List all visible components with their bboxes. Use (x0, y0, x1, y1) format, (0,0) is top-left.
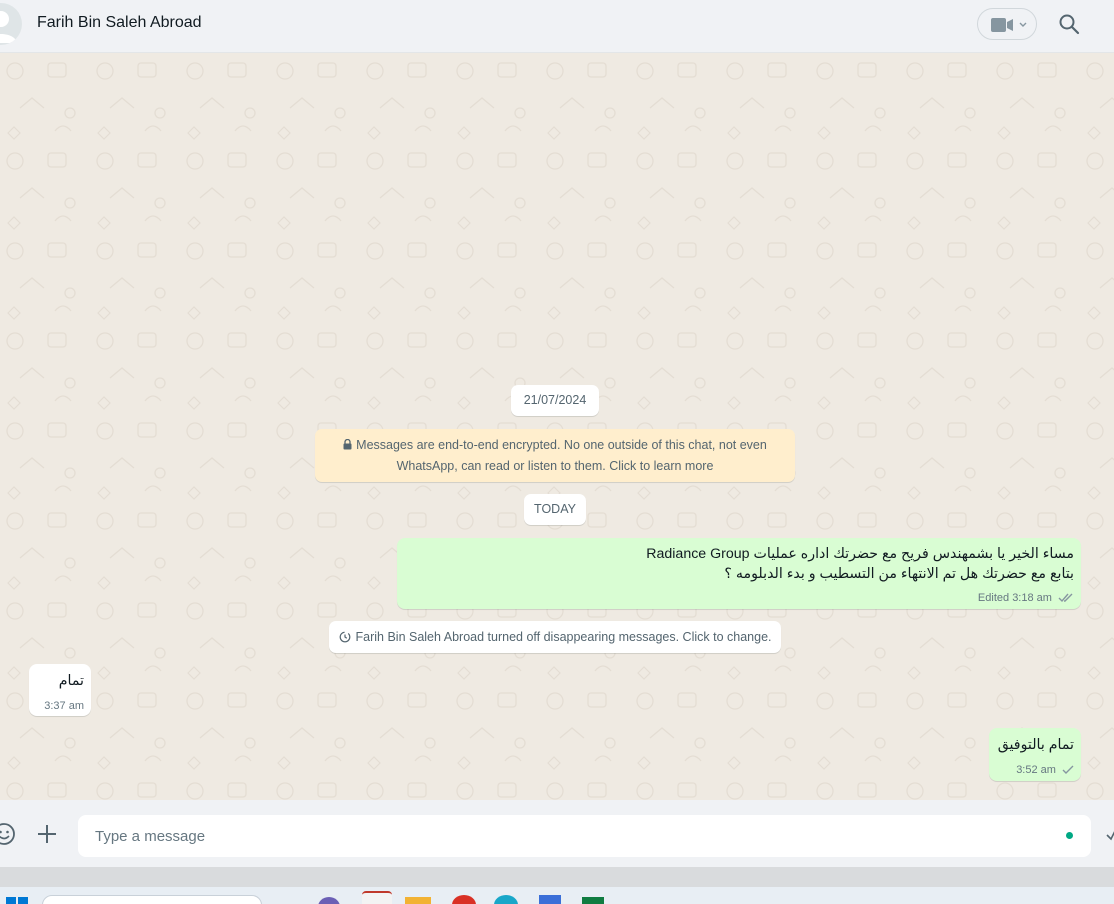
encryption-notice-line1: Messages are end-to-end encrypted. No on… (356, 438, 767, 452)
taskbar-app-icon[interactable] (452, 895, 476, 904)
date-chip: 21/07/2024 (511, 385, 599, 416)
system-notice-text: Farih Bin Saleh Abroad turned off disapp… (355, 630, 772, 644)
disappearing-messages-notice[interactable]: Farih Bin Saleh Abroad turned off disapp… (329, 621, 781, 653)
today-chip-label: TODAY (534, 502, 576, 516)
os-taskbar (0, 887, 1114, 904)
single-check-icon (1062, 765, 1074, 774)
outgoing-message[interactable]: مساء الخير يا بشمهندس فريح مع حضرتك ادار… (397, 538, 1081, 609)
contact-avatar[interactable] (0, 3, 22, 45)
contact-name[interactable]: Farih Bin Saleh Abroad (37, 14, 202, 32)
chat-wallpaper (0, 53, 1114, 800)
taskbar-app-icon[interactable] (539, 895, 561, 904)
taskbar-search[interactable] (42, 895, 262, 904)
taskbar-app-icon[interactable] (582, 897, 604, 904)
taskbar-app-icon[interactable] (362, 891, 392, 904)
plus-icon[interactable] (36, 823, 58, 845)
encryption-notice[interactable]: Messages are end-to-end encrypted. No on… (315, 429, 795, 482)
message-text-line2: بتابع مع حضرتك هل تم الانتهاء من التسطيب… (724, 566, 1074, 582)
chat-area[interactable]: 21/07/2024 Messages are end-to-end encry… (0, 53, 1114, 800)
today-chip: TODAY (524, 494, 586, 525)
emoji-icon[interactable] (0, 822, 16, 846)
taskbar-app-icon[interactable] (494, 895, 518, 904)
message-text: تمام بالتوفيق (997, 737, 1074, 753)
encryption-notice-line2: WhatsApp, can read or listen to them. Cl… (396, 459, 714, 473)
lock-icon (343, 439, 352, 450)
message-text-line1: مساء الخير يا بشمهندس فريح مع حضرتك ادار… (646, 546, 1074, 562)
outgoing-message[interactable]: تمام بالتوفيق 3:52 am (989, 728, 1081, 781)
video-call-icon (991, 18, 1013, 32)
double-check-icon (1058, 593, 1073, 603)
message-meta: Edited 3:18 am (978, 592, 1074, 604)
date-chip-label: 21/07/2024 (523, 393, 587, 407)
message-meta: 3:52 am (1016, 764, 1074, 776)
taskbar-app-icon[interactable] (318, 897, 340, 904)
status-dot (1066, 832, 1073, 839)
search-icon[interactable] (1058, 13, 1080, 35)
message-time: 3:18 am (1012, 592, 1052, 604)
message-input[interactable] (78, 815, 1091, 857)
composer-bar (0, 800, 1114, 867)
video-call-button[interactable] (977, 8, 1037, 40)
edited-label: Edited (977, 592, 1010, 604)
message-time: 3:37 am (44, 700, 84, 712)
windows-start-icon[interactable] (6, 897, 28, 904)
chat-header: Farih Bin Saleh Abroad (0, 0, 1114, 53)
timer-icon (339, 631, 350, 643)
default-avatar-icon (0, 11, 17, 43)
message-text: تمام (58, 673, 84, 689)
message-time: 3:52 am (1016, 764, 1056, 776)
send-icon[interactable] (1106, 828, 1114, 842)
taskbar-app-icon[interactable] (405, 897, 431, 904)
window-bottom-edge (0, 867, 1114, 887)
chevron-down-icon (1019, 22, 1027, 27)
incoming-message[interactable]: تمام 3:37 am (29, 664, 91, 716)
